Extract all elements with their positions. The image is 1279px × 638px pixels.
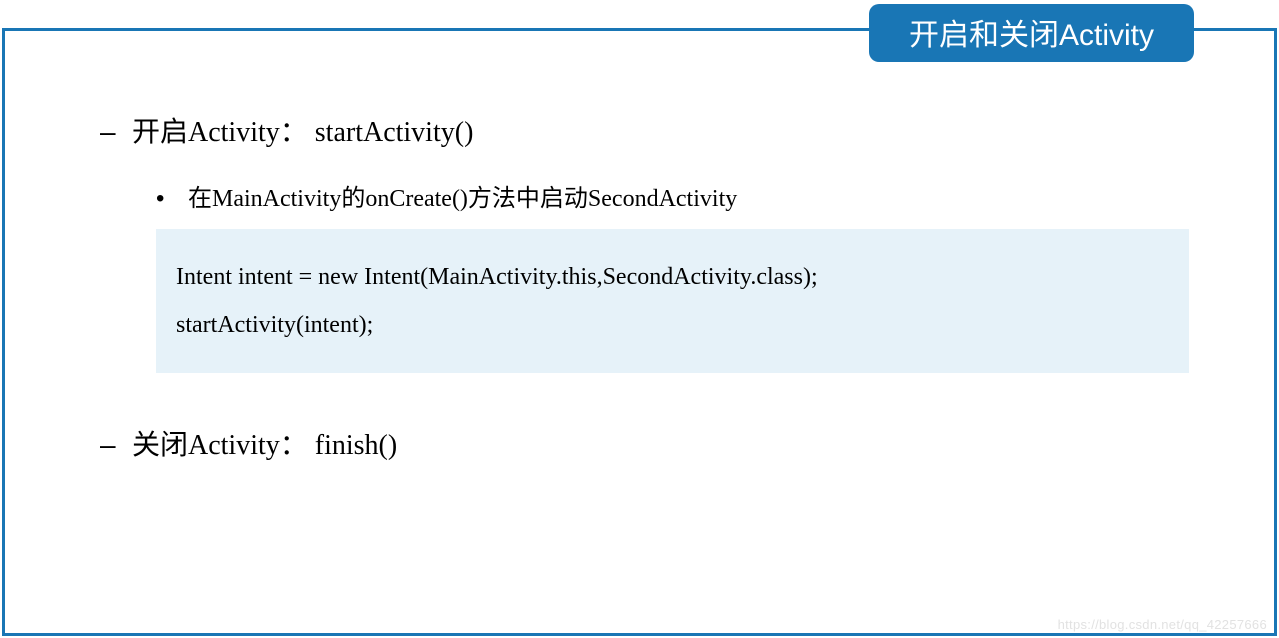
close-activity-heading: 关闭Activity： finish() xyxy=(132,423,397,463)
code-block: Intent intent = new Intent(MainActivity.… xyxy=(156,229,1189,373)
code-line-start: startActivity(intent); xyxy=(176,301,1169,349)
slide-content: – 开启Activity： startActivity() • 在MainAct… xyxy=(100,110,1189,491)
sub-bullet-oncreate: • 在MainActivity的onCreate()方法中启动SecondAct… xyxy=(156,178,1189,213)
dash-icon: – xyxy=(100,116,132,148)
open-activity-heading: 开启Activity： startActivity() xyxy=(132,110,473,150)
code-line-intent: Intent intent = new Intent(MainActivity.… xyxy=(176,253,1169,301)
dash-icon: – xyxy=(100,429,132,461)
bullet-open-activity: – 开启Activity： startActivity() xyxy=(100,110,1189,150)
watermark-text: https://blog.csdn.net/qq_42257666 xyxy=(1058,617,1267,632)
slide-title-text: 开启和关闭Activity xyxy=(909,19,1154,52)
oncreate-subheading: 在MainActivity的onCreate()方法中启动SecondActiv… xyxy=(188,178,737,213)
slide-title-banner: 开启和关闭Activity xyxy=(869,4,1194,62)
dot-icon: • xyxy=(156,185,188,213)
bullet-close-activity: – 关闭Activity： finish() xyxy=(100,423,1189,463)
